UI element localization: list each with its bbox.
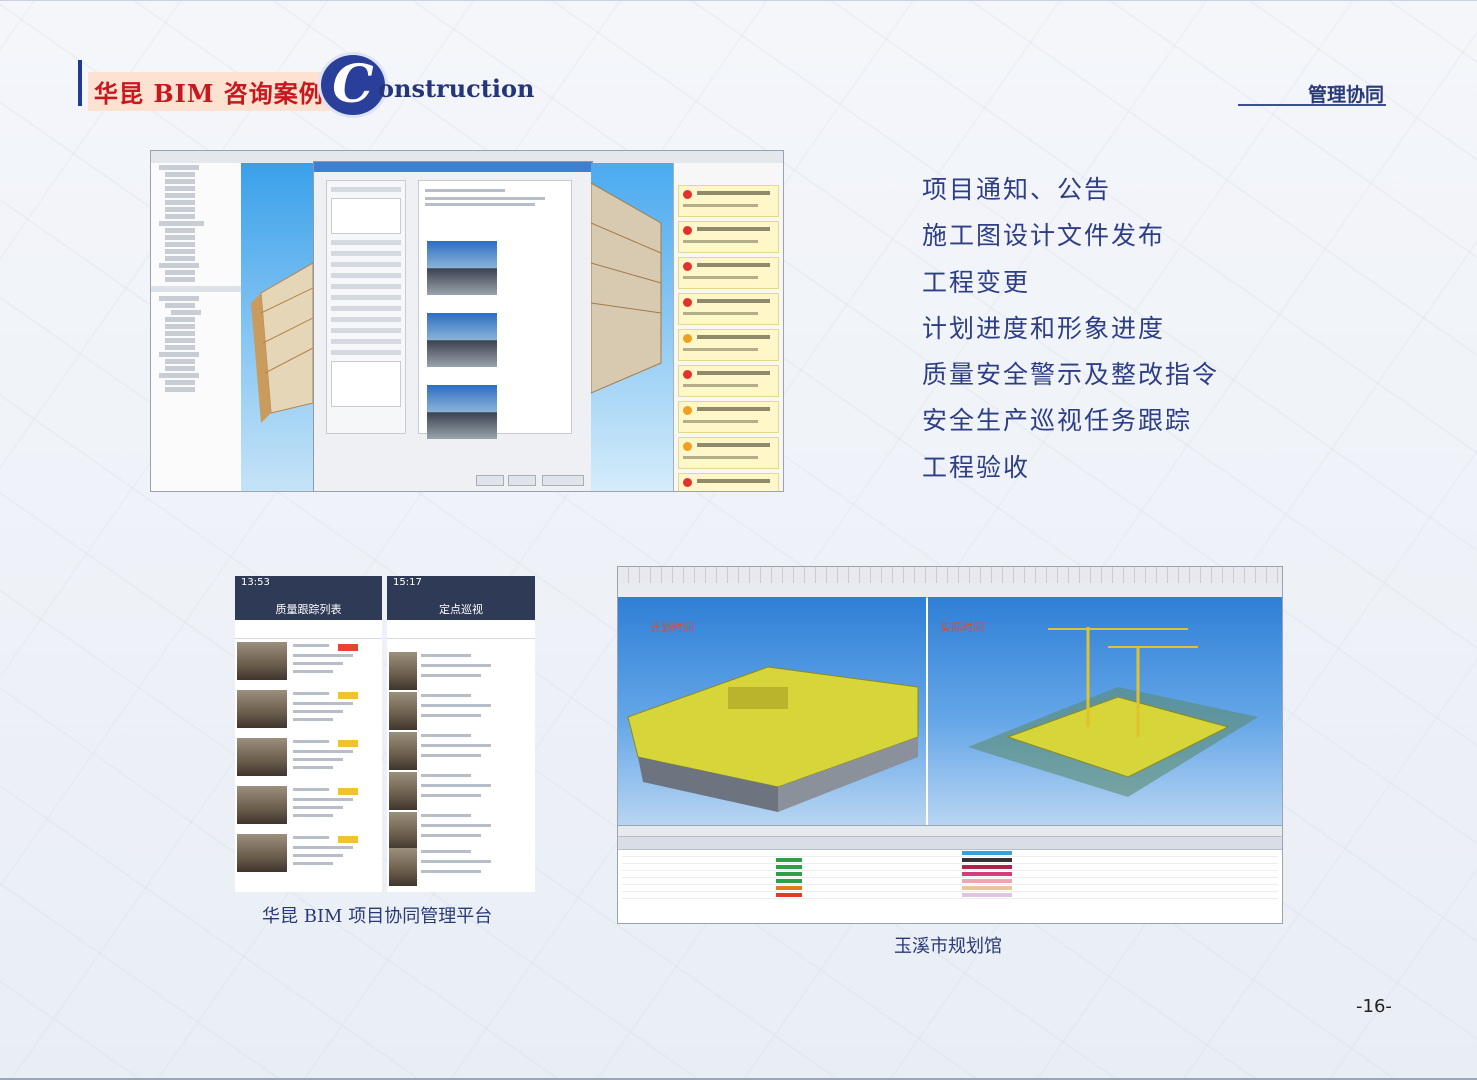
feature-item: 工程变更 [922, 267, 1031, 297]
phone-tabs[interactable] [235, 620, 382, 639]
caption-platform: 华昆 BIM 项目协同管理平台 [262, 906, 493, 927]
issue-notes-panel [673, 163, 783, 491]
software-toolbar [618, 583, 1282, 598]
phone-status-bar: 13:53 [235, 576, 382, 602]
actual-label: 实际时间 [940, 621, 984, 634]
phone-status-bar: 15:17 [387, 576, 535, 602]
brand-title: 华昆 BIM 咨询案例 [88, 72, 330, 111]
list-item[interactable] [237, 784, 380, 828]
list-item[interactable] [389, 730, 533, 774]
section-title: 管理协同 [1308, 84, 1385, 106]
feature-item: 安全生产巡视任务跟踪 [922, 406, 1193, 436]
dialog-button[interactable] [508, 475, 536, 486]
feature-item: 施工图设计文件发布 [922, 221, 1166, 251]
issue-note[interactable] [678, 473, 779, 491]
site-photo[interactable] [427, 241, 497, 295]
table-row[interactable] [622, 892, 1278, 899]
list-item[interactable] [237, 832, 380, 876]
issue-note[interactable] [678, 401, 779, 433]
phone-tabs[interactable] [387, 620, 535, 639]
feature-item: 工程验收 [922, 452, 1031, 482]
feature-list: 项目通知、公告 施工图设计文件发布 工程变更 计划进度和形象进度 质量安全警示及… [922, 172, 1219, 496]
page-number: -16- [1356, 996, 1392, 1017]
issue-note[interactable] [678, 329, 779, 361]
building-model-icon [251, 262, 314, 423]
feature-item: 项目通知、公告 [922, 175, 1112, 204]
caption-planning-hall: 玉溪市规划馆 [894, 936, 1002, 957]
phone-title: 定点巡视 [387, 602, 535, 620]
brand-word: onstruction [378, 74, 535, 103]
table-row[interactable] [622, 857, 1278, 864]
list-item[interactable] [237, 688, 380, 732]
issue-detail-dialog [313, 161, 593, 491]
table-row[interactable] [622, 878, 1278, 885]
list-item[interactable] [389, 846, 533, 890]
site-photo[interactable] [427, 385, 497, 439]
phone-time: 13:53 [241, 577, 270, 588]
table-row[interactable] [622, 885, 1278, 892]
brand-accent-bar [78, 60, 82, 106]
issue-note[interactable] [678, 257, 779, 289]
list-item[interactable] [389, 690, 533, 734]
3d-viewport-left [241, 163, 314, 491]
issue-photo-list [418, 180, 572, 439]
list-item[interactable] [389, 650, 533, 694]
issue-note[interactable] [678, 293, 779, 325]
3d-viewport-right [590, 163, 673, 491]
planned-label: 计划时间 [650, 621, 694, 634]
dialog-button[interactable] [476, 475, 504, 486]
list-item[interactable] [237, 736, 380, 780]
schedule-table [618, 825, 1282, 923]
issue-note[interactable] [678, 185, 779, 217]
list-item[interactable] [237, 640, 380, 684]
issue-note[interactable] [678, 365, 779, 397]
actual-3d-view: 实际时间 [928, 597, 1282, 825]
bim-software-screenshot [150, 150, 784, 492]
phone-screenshot-patrol: 15:17 定点巡视 [387, 576, 535, 892]
model-tree-panel [151, 163, 242, 491]
feature-item: 计划进度和形象进度 [922, 313, 1166, 343]
phone-screenshot-quality: 13:53 质量跟踪列表 [235, 576, 382, 892]
issue-note[interactable] [678, 221, 779, 253]
dialog-button[interactable] [542, 475, 584, 486]
building-model-icon [590, 182, 662, 394]
table-row[interactable] [622, 871, 1278, 878]
planned-3d-view: 计划时间 [618, 597, 926, 825]
table-row[interactable] [622, 864, 1278, 871]
planning-hall-screenshot: 计划时间 实际时间 [617, 566, 1283, 924]
site-photo[interactable] [427, 313, 497, 367]
feature-item: 质量安全警示及整改指令 [922, 360, 1220, 390]
logo-letter: C [332, 54, 374, 115]
list-item[interactable] [389, 770, 533, 814]
top-border [0, 0, 1477, 1]
phone-time: 15:17 [393, 577, 422, 588]
phone-title: 质量跟踪列表 [235, 602, 382, 620]
timeline-ruler [618, 567, 1282, 584]
table-row[interactable] [622, 850, 1278, 857]
issue-note[interactable] [678, 437, 779, 469]
section-underline [1238, 104, 1386, 106]
issue-form [326, 180, 406, 434]
